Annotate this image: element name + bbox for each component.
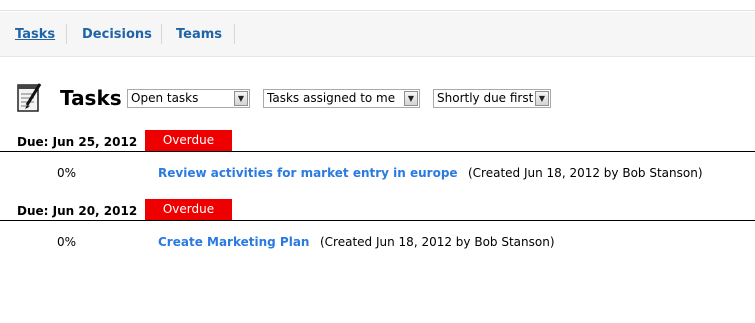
due-group-header: Due: Jun 25, 2012 Overdue <box>0 130 755 152</box>
status-filter-value: Open tasks <box>131 91 199 105</box>
task-link[interactable]: Create Marketing Plan <box>158 235 309 249</box>
due-date-label: Due: Jun 20, 2012 <box>17 204 138 218</box>
nav-divider <box>234 24 235 44</box>
task-link[interactable]: Review activities for market entry in eu… <box>158 166 458 180</box>
assignment-filter-value: Tasks assigned to me <box>267 91 396 105</box>
overdue-badge: Overdue <box>145 130 232 151</box>
task-progress: 0% <box>57 235 77 249</box>
due-group-header: Due: Jun 20, 2012 Overdue <box>0 199 755 221</box>
notepad-pencil-icon <box>17 83 42 112</box>
tab-decisions[interactable]: Decisions <box>82 27 152 42</box>
tab-teams[interactable]: Teams <box>176 27 222 42</box>
nav-divider <box>66 24 67 44</box>
task-progress: 0% <box>57 166 77 180</box>
due-date-label: Due: Jun 25, 2012 <box>17 135 138 149</box>
chevron-down-icon[interactable]: ▼ <box>404 91 418 106</box>
top-strip <box>0 0 755 11</box>
chevron-down-icon[interactable]: ▼ <box>234 91 248 106</box>
sort-value: Shortly due first <box>437 91 534 105</box>
assignment-filter-select[interactable]: Tasks assigned to me ▼ <box>263 89 420 108</box>
task-created-info: (Created Jun 18, 2012 by Bob Stanson) <box>320 235 555 249</box>
sort-select[interactable]: Shortly due first ▼ <box>433 89 551 108</box>
task-created-info: (Created Jun 18, 2012 by Bob Stanson) <box>468 166 703 180</box>
page-title: Tasks <box>60 86 122 110</box>
overdue-badge: Overdue <box>145 199 232 220</box>
status-filter-select[interactable]: Open tasks ▼ <box>127 89 250 108</box>
top-navigation: Tasks Decisions Teams <box>0 12 755 57</box>
tab-tasks[interactable]: Tasks <box>15 27 55 42</box>
chevron-down-icon[interactable]: ▼ <box>535 91 549 106</box>
nav-divider <box>161 24 162 44</box>
